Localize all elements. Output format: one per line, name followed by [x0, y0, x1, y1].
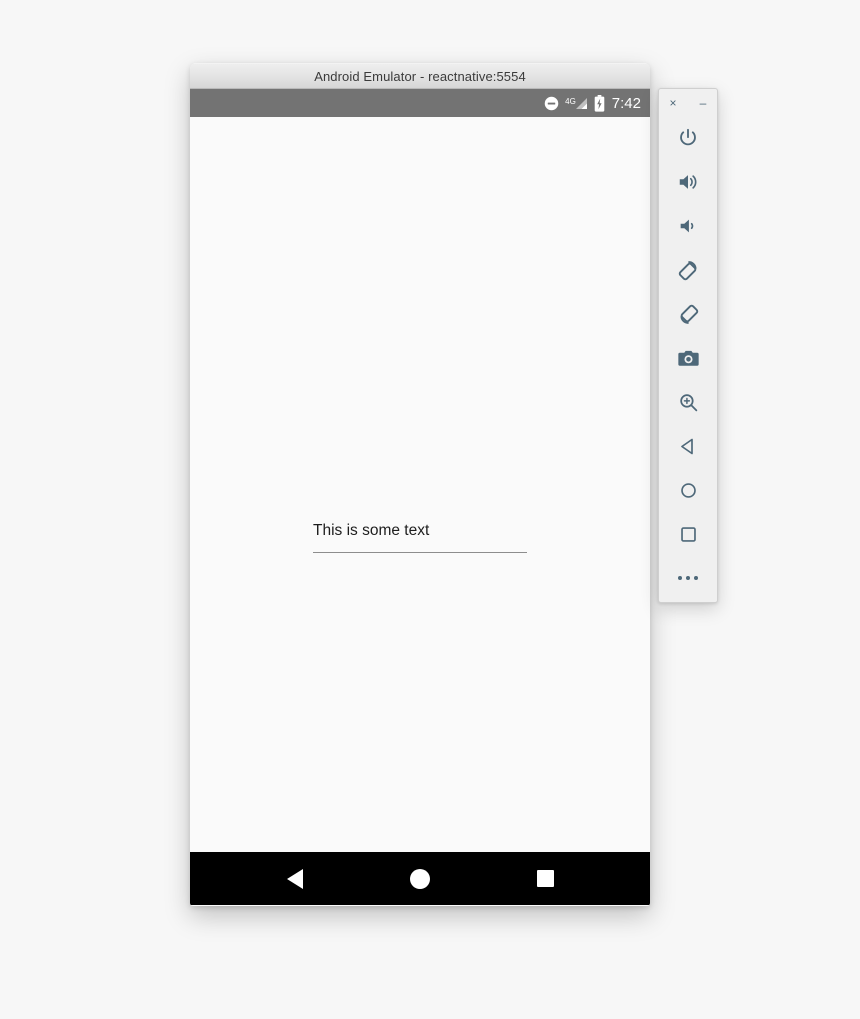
window-title: Android Emulator - reactnative:5554 — [314, 68, 526, 84]
do-not-disturb-icon — [544, 96, 559, 111]
text-input-value: This is some text — [313, 522, 430, 539]
volume-down-button[interactable] — [666, 204, 710, 248]
text-input[interactable]: This is some text — [313, 522, 527, 553]
network-type-label: 4G — [565, 96, 576, 106]
camera-icon — [677, 347, 700, 370]
emulator-window: Android Emulator - reactnative:5554 4G 7… — [190, 63, 650, 906]
zoom-in-icon — [678, 392, 699, 413]
android-navigation-bar — [190, 852, 650, 905]
rotate-left-button[interactable] — [666, 248, 710, 292]
more-button[interactable] — [666, 556, 710, 600]
home-button[interactable] — [666, 468, 710, 512]
text-input-underline — [313, 551, 527, 553]
overview-square-icon — [678, 524, 699, 545]
app-screen: This is some text — [190, 117, 650, 852]
power-button[interactable] — [666, 116, 710, 160]
screenshot-button[interactable] — [666, 336, 710, 380]
back-triangle-icon — [286, 868, 303, 889]
status-bar-clock: 7:42 — [611, 94, 641, 112]
rotate-left-icon — [677, 259, 700, 282]
volume-up-button[interactable] — [666, 160, 710, 204]
rotate-right-button[interactable] — [666, 292, 710, 336]
emulator-toolbar-panel: × – — [658, 88, 718, 603]
window-titlebar[interactable]: Android Emulator - reactnative:5554 — [190, 63, 650, 89]
android-status-bar: 4G 7:42 — [190, 89, 650, 117]
zoom-button[interactable] — [666, 380, 710, 424]
toolbar-window-controls: × – — [659, 89, 717, 116]
network-indicator: 4G — [565, 97, 588, 110]
battery-charging-icon — [594, 94, 605, 112]
home-circle-icon — [409, 868, 430, 889]
power-icon — [677, 127, 699, 149]
back-triangle-icon — [678, 436, 699, 457]
overview-square-icon — [536, 870, 554, 887]
nav-recents-button[interactable] — [519, 859, 571, 899]
rotate-right-icon — [677, 303, 700, 326]
overview-button[interactable] — [666, 512, 710, 556]
home-circle-icon — [678, 480, 699, 501]
signal-bars-icon — [575, 97, 588, 110]
volume-up-icon — [677, 171, 699, 193]
nav-home-button[interactable] — [394, 859, 446, 899]
volume-down-icon — [677, 215, 699, 237]
close-icon[interactable]: × — [666, 96, 680, 110]
ellipsis-icon — [678, 576, 698, 580]
nav-back-button[interactable] — [269, 859, 321, 899]
back-button[interactable] — [666, 424, 710, 468]
minimize-icon[interactable]: – — [696, 96, 710, 110]
